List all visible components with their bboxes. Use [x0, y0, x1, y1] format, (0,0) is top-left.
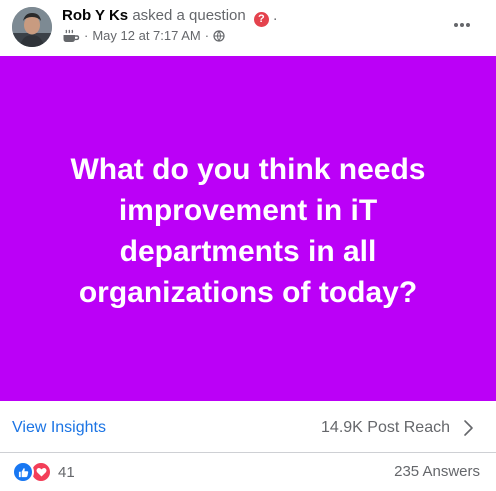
reaction-count: 41: [58, 463, 75, 481]
globe-icon[interactable]: [213, 30, 225, 42]
like-icon: [12, 461, 34, 483]
question-mark-icon: ?: [253, 12, 269, 27]
question-text: What do you think needs improvement in i…: [70, 152, 426, 309]
answers-count[interactable]: 235 Answers: [394, 463, 480, 481]
insights-bar: View Insights 14.9K Post Reach: [0, 401, 496, 453]
reactions-summary[interactable]: 41: [12, 461, 75, 483]
post-reach[interactable]: 14.9K Post Reach: [321, 418, 450, 438]
action-suffix: .: [273, 7, 278, 24]
coffee-cup-icon: [62, 29, 80, 43]
author-avatar[interactable]: [12, 7, 52, 47]
question-banner[interactable]: What do you think needs improvement in i…: [0, 56, 496, 401]
post-timestamp[interactable]: May 12 at 7:17 AM: [92, 27, 200, 45]
chevron-right-icon[interactable]: [460, 419, 476, 437]
ellipsis-icon: [454, 23, 470, 27]
meta-separator: ·: [84, 28, 89, 43]
avatar-image: [12, 7, 52, 47]
author-name[interactable]: Rob Y Ks: [62, 7, 128, 24]
more-options-button[interactable]: [446, 11, 478, 39]
view-insights-link[interactable]: View Insights: [12, 418, 106, 438]
author-line: Rob Y Ks asked a question ? .: [62, 6, 277, 27]
meta-separator: ·: [204, 28, 210, 43]
post-action-text: asked a question: [132, 7, 246, 24]
post-header: Rob Y Ks asked a question ? . · May 12 a…: [0, 0, 496, 56]
post-meta: · May 12 at 7:17 AM ·: [62, 27, 225, 45]
